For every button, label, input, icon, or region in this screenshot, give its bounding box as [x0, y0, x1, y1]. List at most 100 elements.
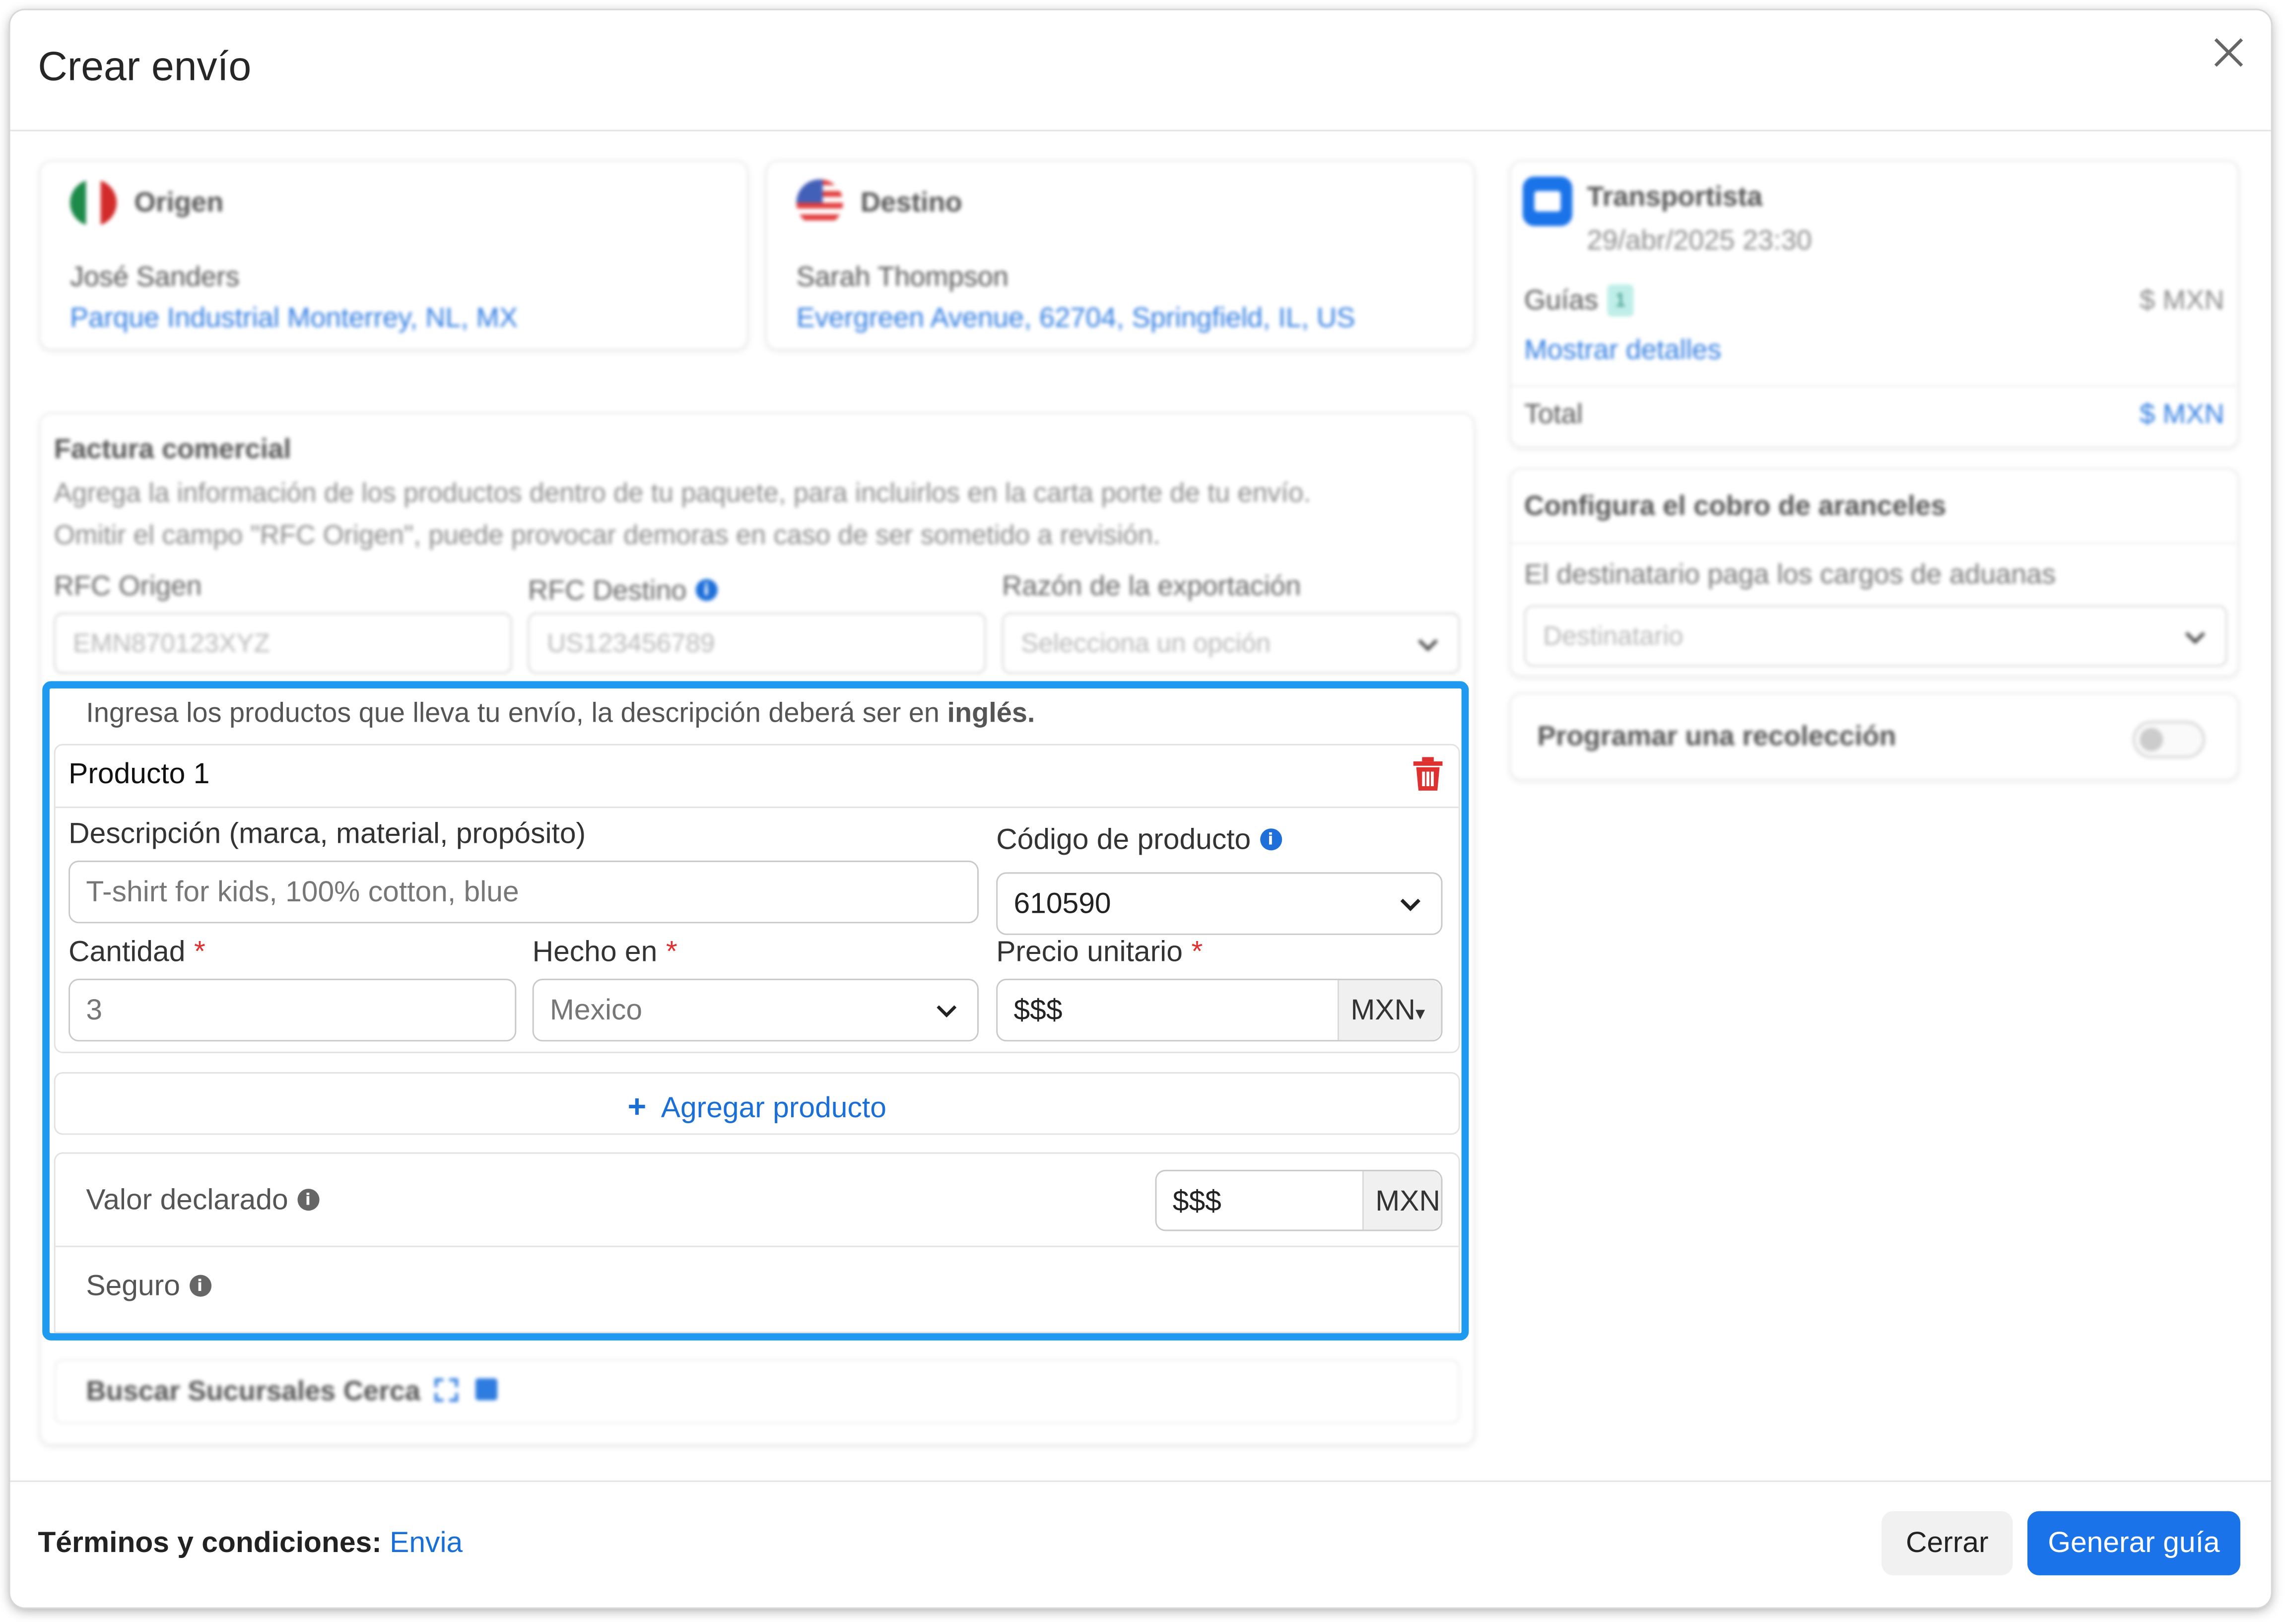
declared-value-label-text: Valor declarado — [86, 1184, 288, 1217]
close-icon[interactable] — [2210, 34, 2247, 71]
pickup-toggle[interactable] — [2132, 720, 2206, 759]
origin-card[interactable]: Origen José Sanders Parque Industrial Mo… — [39, 160, 748, 350]
made-in-value: Mexico — [549, 995, 643, 1027]
required-mark: * — [194, 936, 205, 969]
unit-price-input[interactable]: $$$ MXN▾ — [996, 978, 1443, 1042]
guides-count-badge: 1 — [1607, 284, 1634, 317]
duties-card: Configura el cobro de aranceles El desti… — [1509, 468, 2239, 677]
products-instruction-bold: inglés. — [947, 698, 1035, 730]
expand-icon[interactable] — [434, 1378, 458, 1402]
declared-value-amount: $$$ — [1172, 1186, 1221, 1218]
quantity-input[interactable]: 3 — [68, 978, 517, 1042]
guides-price: $ MXN — [2139, 286, 2224, 317]
declared-currency: MXN — [1362, 1171, 1441, 1230]
duties-payer-select[interactable]: Destinatario — [1524, 605, 2227, 667]
header-divider — [10, 130, 2271, 132]
terms: Términos y condiciones: Envia — [38, 1527, 463, 1561]
declared-value-input[interactable]: $$$ MXN — [1155, 1169, 1443, 1231]
export-reason-placeholder: Selecciona un opción — [1021, 628, 1271, 658]
invoice-description-line1: Agrega la información de los productos d… — [54, 476, 1311, 508]
total-value: $ MXN — [2139, 400, 2224, 430]
destination-card[interactable]: Destino Sarah Thompson Evergreen Avenue,… — [765, 160, 1475, 350]
quantity-label: Cantidad * — [68, 937, 205, 970]
chevron-down-icon — [1418, 639, 1438, 652]
chevron-down-icon: ▾ — [1415, 1002, 1425, 1024]
origin-heading: Origen — [134, 188, 224, 219]
carrier-heading: Transportista — [1587, 182, 1763, 213]
rfc-origin-input[interactable]: EMN870123XYZ — [54, 612, 512, 674]
origin-name: José Sanders — [70, 262, 240, 293]
made-in-select[interactable]: Mexico — [532, 978, 979, 1042]
product-title: Producto 1 — [68, 758, 210, 791]
products-instruction-text: Ingresa los productos que lleva tu envío… — [86, 698, 947, 730]
show-details-link[interactable]: Mostrar detalles — [1524, 336, 1721, 368]
quantity-label-text: Cantidad — [68, 936, 186, 969]
insurance-label-text: Seguro — [86, 1270, 180, 1303]
export-reason-label: Razón de la exportación — [1002, 572, 1301, 603]
mexico-flag-icon — [70, 179, 117, 226]
product-code-label: Código de producto i — [996, 824, 1281, 858]
map-icon[interactable] — [475, 1378, 498, 1401]
rfc-destination-label-text: RFC Destino — [528, 576, 687, 607]
info-icon: i — [1259, 828, 1281, 851]
products-instruction: Ingresa los productos que lleva tu envío… — [86, 699, 1035, 731]
insurance-label: Seguro i — [86, 1270, 211, 1304]
pickup-label: Programar una recolección — [1537, 722, 1896, 753]
rfc-destination-input[interactable]: US123456789 — [528, 612, 986, 674]
unit-price-label: Precio unitario * — [996, 937, 1203, 970]
chevron-down-icon — [1400, 898, 1420, 911]
usa-flag-icon — [796, 179, 843, 226]
rfc-origin-label: RFC Origen — [54, 572, 202, 603]
description-label: Descripción (marca, material, propósito) — [68, 818, 586, 851]
truck-icon — [1523, 176, 1573, 226]
made-in-label: Hecho en * — [533, 937, 677, 970]
product-code-value: 610590 — [1013, 888, 1111, 921]
unit-price-label-text: Precio unitario — [996, 936, 1183, 969]
trash-icon[interactable] — [1412, 757, 1444, 792]
branches-row[interactable]: Buscar Sucursales Cerca — [54, 1359, 1460, 1424]
duties-heading: Configura el cobro de aranceles — [1524, 491, 1947, 523]
declared-value-label: Valor declarado i — [86, 1184, 319, 1218]
create-shipment-modal: Crear envío Origen José Sanders Parque I… — [10, 10, 2271, 1608]
carrier-card: Transportista 29/abr/2025 23:30 Guías 1 … — [1509, 160, 2239, 448]
product-card: Producto 1 Descripción (marca, material,… — [54, 744, 1460, 1053]
chevron-down-icon — [937, 1005, 957, 1017]
unit-price-value: $$$ — [1013, 995, 1063, 1027]
product-code-label-text: Código de producto — [996, 824, 1251, 857]
cancel-button[interactable]: Cerrar — [1882, 1511, 2013, 1575]
description-input[interactable]: T-shirt for kids, 100% cotton, blue — [68, 860, 979, 924]
destination-address-link[interactable]: Evergreen Avenue, 62704, Springfield, IL… — [797, 303, 1355, 336]
required-mark: * — [666, 936, 677, 969]
rfc-destination-label: RFC Destino i — [528, 576, 718, 609]
destination-name: Sarah Thompson — [796, 262, 1009, 293]
terms-label: Términos y condiciones: — [38, 1527, 382, 1559]
made-in-label-text: Hecho en — [532, 936, 658, 969]
invoice-description-line2: Omitir el campo "RFC Origen", puede prov… — [54, 519, 1161, 550]
add-product-button[interactable]: + Agregar producto — [54, 1072, 1460, 1135]
pickup-card: Programar una recolección — [1509, 692, 2239, 781]
origin-address-link[interactable]: Parque Industrial Monterrey, NL, MX — [70, 303, 518, 336]
plus-icon: + — [627, 1088, 647, 1125]
declared-value-card: Valor declarado i $$$ MXN Seguro i — [54, 1152, 1460, 1334]
terms-link[interactable]: Envia — [390, 1527, 463, 1559]
export-reason-select[interactable]: Selecciona un opción — [1002, 612, 1460, 674]
products-section: Ingresa los productos que lleva tu envío… — [42, 681, 1469, 1341]
invoice-heading: Factura comercial — [54, 434, 291, 466]
generate-label-button[interactable]: Generar guía — [2027, 1511, 2240, 1575]
guides-label: Guías — [1524, 286, 1599, 317]
unit-currency-select[interactable]: MXN▾ — [1337, 980, 1441, 1040]
chevron-down-icon — [2185, 632, 2205, 644]
unit-currency-value: MXN — [1350, 995, 1415, 1027]
required-mark: * — [1191, 936, 1203, 969]
info-icon: i — [297, 1189, 319, 1211]
modal-title: Crear envío — [38, 44, 252, 89]
branches-label: Buscar Sucursales Cerca — [86, 1377, 420, 1408]
duties-label: El destinatario paga los cargos de aduan… — [1524, 560, 2056, 591]
carrier-datetime: 29/abr/2025 23:30 — [1587, 226, 1812, 257]
total-label: Total — [1524, 400, 1583, 430]
destination-heading: Destino — [860, 188, 962, 219]
product-code-select[interactable]: 610590 — [996, 872, 1443, 935]
info-icon: i — [695, 579, 718, 601]
add-product-label: Agregar producto — [661, 1092, 886, 1125]
duties-payer-value: Destinatario — [1543, 621, 1683, 651]
